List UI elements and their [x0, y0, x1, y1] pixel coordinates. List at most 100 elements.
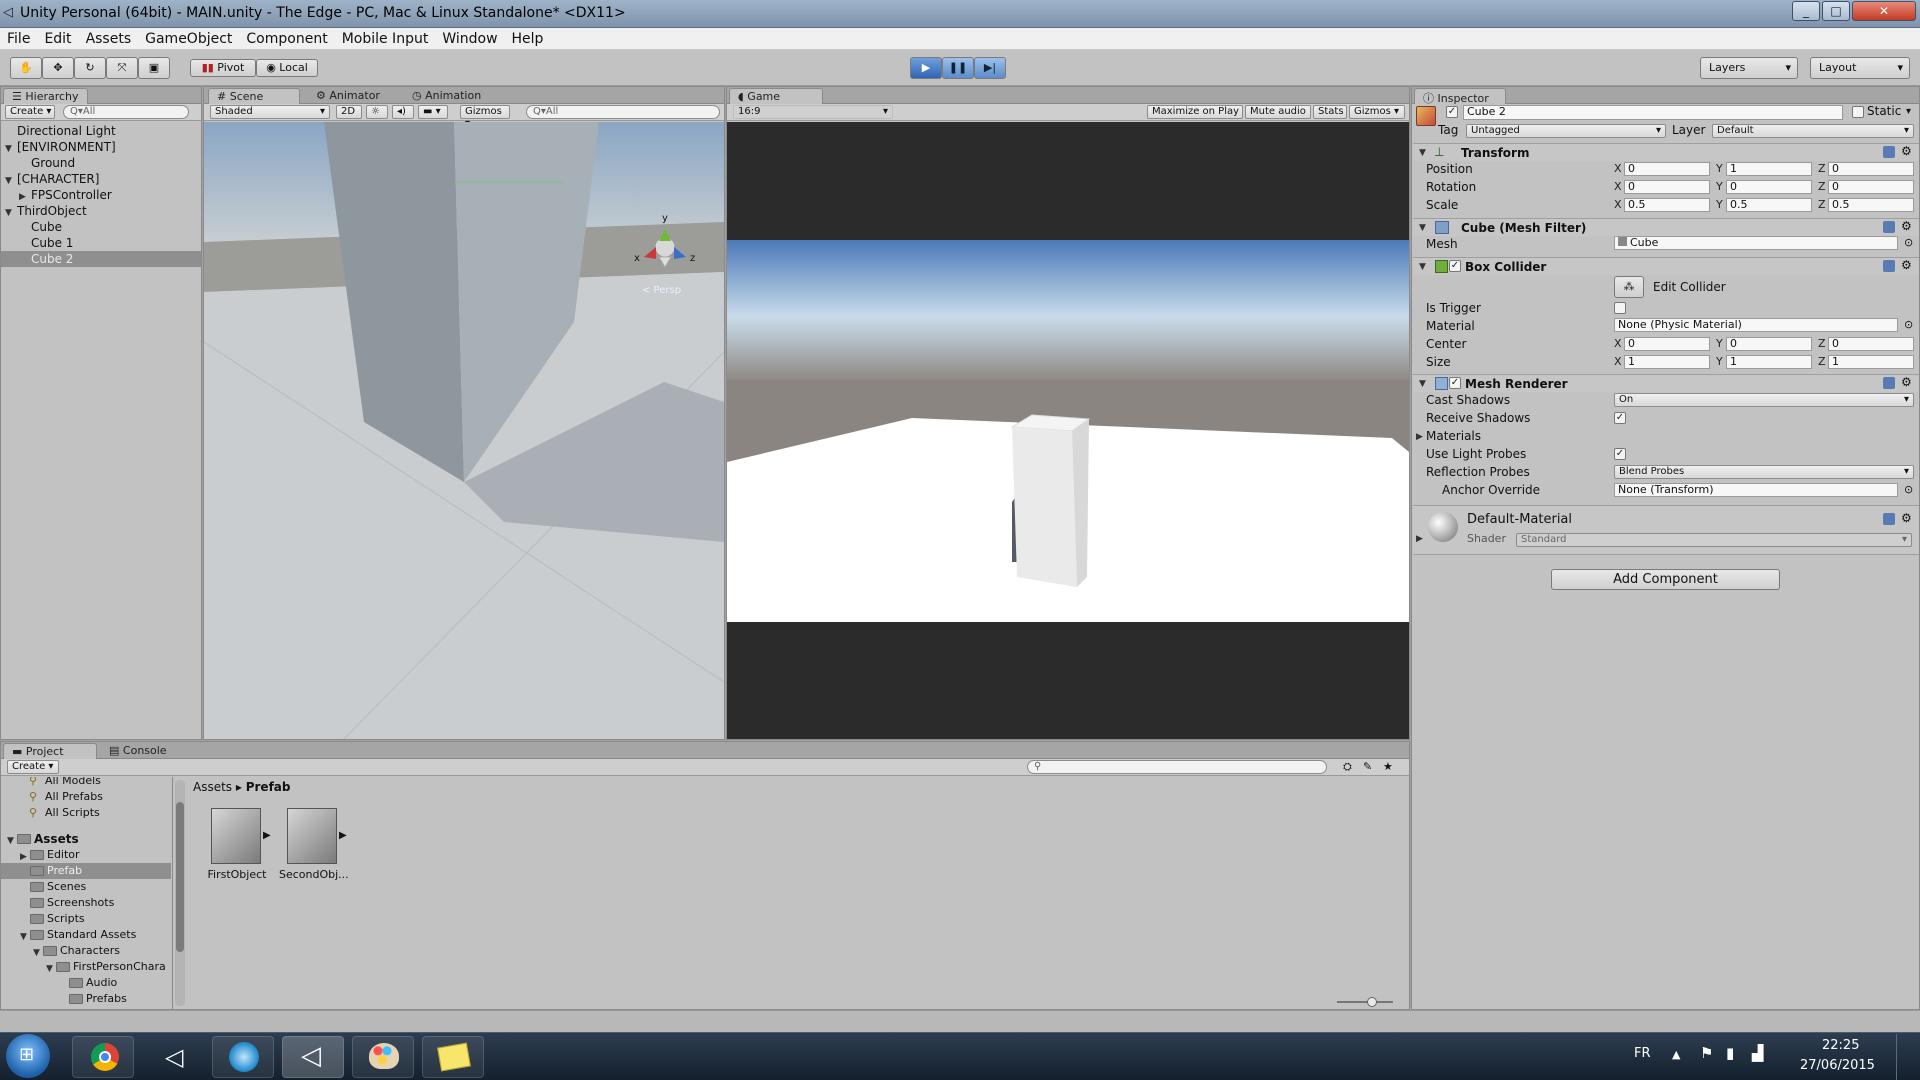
scale-tool-button[interactable]: ⤧ — [106, 57, 138, 79]
sticky-notes-taskbar-button[interactable] — [422, 1036, 484, 1078]
mesh-filter-header[interactable]: ▼ Cube (Mesh Filter) ⚙ — [1413, 218, 1919, 236]
tag-dropdown[interactable]: Untagged ▾ — [1466, 124, 1666, 138]
tab-console[interactable]: ▤ Console — [101, 743, 175, 759]
help-icon[interactable] — [1883, 377, 1895, 389]
menu-mobile-input[interactable]: Mobile Input — [335, 28, 436, 47]
transform-y-field[interactable]: 0.5 — [1726, 198, 1812, 212]
start-button[interactable]: ⊞ — [6, 1034, 50, 1078]
transform-y-field[interactable]: 0 — [1726, 180, 1812, 194]
help-icon[interactable] — [1883, 146, 1895, 158]
hierarchy-item[interactable]: Cube — [1, 219, 201, 235]
rect-tool-button[interactable]: ▣ — [138, 57, 170, 79]
physic-material-field[interactable]: None (Physic Material) — [1614, 318, 1898, 332]
transform-y-field[interactable]: 1 — [1726, 162, 1812, 176]
shading-mode-dropdown[interactable]: Shaded ▾ — [210, 105, 330, 119]
hierarchy-item[interactable]: ▼ ThirdObject — [1, 203, 201, 219]
unity-taskbar-button[interactable]: ◁ — [144, 1036, 206, 1078]
gear-icon[interactable]: ⚙ — [1901, 375, 1912, 389]
object-name-field[interactable]: Cube 2 — [1463, 105, 1843, 120]
breadcrumb-prefab[interactable]: Prefab — [246, 780, 291, 794]
is-trigger-checkbox[interactable] — [1614, 302, 1626, 314]
collider-y-field[interactable]: 1 — [1726, 355, 1812, 369]
folder-tree-item[interactable]: ▼ FirstPersonChara — [1, 959, 171, 975]
transform-z-field[interactable]: 0 — [1828, 180, 1914, 194]
battery-icon[interactable]: ▮ — [1726, 1044, 1734, 1062]
pause-button[interactable]: ❚❚ — [942, 57, 974, 79]
scene-gizmos-dropdown[interactable]: Gizmos ▾ — [460, 105, 510, 129]
transform-header[interactable]: ▼ ⟂ Transform ⚙ — [1413, 143, 1919, 161]
scene-search-input[interactable]: Q▾All — [526, 105, 720, 119]
hierarchy-item[interactable]: ▼ [CHARACTER] — [1, 171, 201, 187]
object-picker-icon[interactable]: ⊙ — [1904, 318, 1913, 331]
expand-arrow-icon[interactable]: ▶ — [263, 830, 271, 841]
help-icon[interactable] — [1883, 260, 1895, 272]
hierarchy-item[interactable]: ▼ [ENVIRONMENT] — [1, 139, 201, 155]
mute-audio-toggle[interactable]: Mute audio — [1245, 105, 1311, 119]
help-icon[interactable] — [1883, 221, 1895, 233]
layout-dropdown[interactable]: Layout ▾ — [1810, 57, 1910, 79]
mesh-renderer-header[interactable]: ▼ ✓ Mesh Renderer ⚙ — [1413, 374, 1919, 392]
tab-inspector[interactable]: ⓘ Inspector — [1414, 88, 1506, 105]
menu-component[interactable]: Component — [239, 28, 334, 47]
maximize-on-play-toggle[interactable]: Maximize on Play — [1147, 105, 1243, 119]
favorite-item[interactable]: ⚲ All Models — [1, 777, 171, 789]
hierarchy-item[interactable]: ▶ FPSController — [1, 187, 201, 203]
scene-lighting-toggle[interactable]: ☼ — [366, 105, 388, 119]
menu-gameobject[interactable]: GameObject — [138, 28, 239, 47]
hierarchy-create-dropdown[interactable]: Create ▾ — [5, 105, 55, 119]
pivot-toggle[interactable]: ▮▮ Pivot — [190, 59, 256, 77]
asset-second-object[interactable]: ▶ SecondObj... — [279, 804, 349, 884]
materials-fold-arrow-icon[interactable]: ▶ — [1416, 432, 1423, 442]
folder-tree-item[interactable]: ▶ Editor — [1, 847, 171, 863]
gear-icon[interactable]: ⚙ — [1901, 511, 1912, 525]
gear-icon[interactable]: ⚙ — [1901, 258, 1912, 272]
static-checkbox[interactable] — [1852, 106, 1864, 118]
asset-first-object[interactable]: ▶ FirstObject — [203, 804, 273, 884]
menu-help[interactable]: Help — [505, 28, 551, 47]
hierarchy-item[interactable]: Ground — [1, 155, 201, 171]
language-indicator[interactable]: FR — [1634, 1046, 1651, 1061]
hand-tool-button[interactable]: ✋ — [10, 57, 42, 79]
game-viewport[interactable] — [727, 122, 1409, 739]
gear-icon[interactable]: ⚙ — [1901, 219, 1912, 233]
collider-y-field[interactable]: 0 — [1726, 337, 1812, 351]
mesh-renderer-enabled-checkbox[interactable]: ✓ — [1449, 377, 1461, 389]
box-collider-enabled-checkbox[interactable]: ✓ — [1449, 260, 1461, 272]
favorite-item[interactable]: ⚲ All Prefabs — [1, 789, 171, 805]
tab-hierarchy[interactable]: ☰ Hierarchy — [3, 88, 88, 104]
filter-by-label-icon[interactable]: ✎ — [1363, 760, 1372, 773]
local-toggle[interactable]: ◉ Local — [256, 59, 318, 77]
transform-z-field[interactable]: 0.5 — [1828, 198, 1914, 212]
hierarchy-item[interactable]: Directional Light — [1, 123, 201, 139]
folder-tree-item[interactable]: Prefab — [1, 863, 171, 879]
chevron-down-icon[interactable]: ▾ — [1906, 106, 1911, 117]
folder-tree-item[interactable]: ▼ Assets — [1, 831, 171, 847]
tab-game[interactable]: ◖ Game — [729, 88, 823, 104]
cast-shadows-dropdown[interactable]: On ▾ — [1614, 393, 1914, 407]
step-button[interactable]: ▶| — [974, 57, 1006, 79]
minimize-button[interactable]: _ — [1792, 1, 1820, 21]
maximize-button[interactable]: □ — [1822, 1, 1850, 21]
transform-x-field[interactable]: 0 — [1624, 162, 1710, 176]
reflection-probes-dropdown[interactable]: Blend Probes ▾ — [1614, 465, 1914, 479]
mode-2d-toggle[interactable]: 2D — [336, 105, 362, 119]
object-picker-icon[interactable]: ⊙ — [1904, 483, 1913, 496]
transform-x-field[interactable]: 0.5 — [1624, 198, 1710, 212]
transform-x-field[interactable]: 0 — [1624, 180, 1710, 194]
folder-tree-item[interactable]: Audio — [1, 975, 171, 991]
move-tool-button[interactable]: ✥ — [42, 57, 74, 79]
menu-window[interactable]: Window — [435, 28, 504, 47]
game-gizmos-dropdown[interactable]: Gizmos ▾ — [1349, 105, 1405, 119]
collider-x-field[interactable]: 1 — [1624, 355, 1710, 369]
tab-animator[interactable]: ⚙ Animator — [308, 88, 388, 104]
edit-collider-button[interactable]: ⁂ — [1614, 276, 1644, 298]
breadcrumb-assets[interactable]: Assets — [193, 780, 232, 794]
use-light-probes-checkbox[interactable]: ✓ — [1614, 448, 1626, 460]
clock-time[interactable]: 22:25 — [1822, 1038, 1859, 1053]
paint-taskbar-button[interactable] — [352, 1036, 414, 1078]
project-create-dropdown[interactable]: Create ▾ — [7, 760, 59, 774]
unity-editor-taskbar-button[interactable]: ◁ — [282, 1036, 344, 1078]
stats-toggle[interactable]: Stats — [1313, 105, 1347, 119]
hierarchy-item[interactable]: Cube 1 — [1, 235, 201, 251]
folder-tree-item[interactable]: Scripts — [1, 911, 171, 927]
